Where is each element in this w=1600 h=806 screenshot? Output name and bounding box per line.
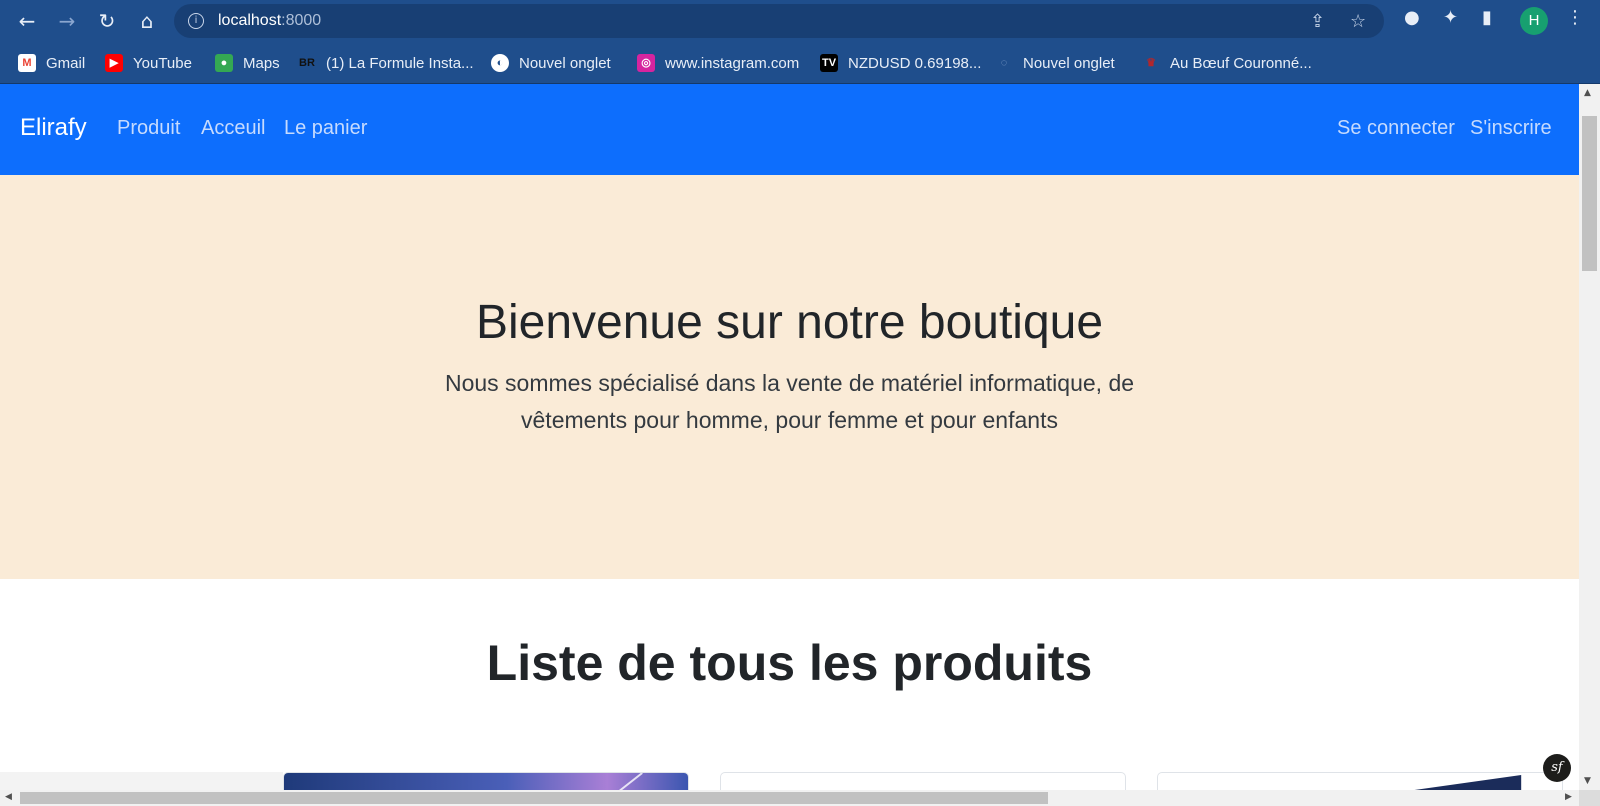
nav-link-panier[interactable]: Le panier [284,117,367,140]
page-viewport: Elirafy Produit Acceuil Le panier Se con… [0,84,1579,790]
br-icon: BR [299,57,315,69]
puzzle-extensions-icon[interactable]: ✦ [1443,7,1458,28]
bookmark-label: (1) La Formule Insta... [326,54,474,72]
symfony-toolbar-icon[interactable]: sf [1543,754,1571,782]
bookmark-label: NZDUSD 0.69198... [848,54,982,72]
bookmark-new-tab[interactable]: ◐ Nouvel onglet [491,52,611,74]
side-panel-icon[interactable]: ▮ [1482,7,1492,28]
new-tab-icon: ◌ [1000,57,1008,69]
bookmark-nzdusd[interactable]: TV NZDUSD 0.69198... [820,52,981,74]
instagram-icon: ◎ [637,54,655,72]
bookmark-instagram[interactable]: ◎ www.instagram.com [637,52,799,74]
maps-icon: ● [215,54,233,72]
product-card[interactable] [720,772,1126,790]
product-card[interactable] [283,772,689,790]
hero-title: Bienvenue sur notre boutique [475,296,1104,349]
url-host: localhost [218,12,282,29]
profile-avatar[interactable]: H [1520,7,1548,35]
bookmark-maps[interactable]: ● Maps [215,52,280,74]
bookmark-label: Nouvel onglet [519,54,611,72]
address-bar[interactable]: i localhost:8000 ⇪ ☆ [174,4,1384,38]
browser-toolbar: ← → ↻ ⌂ i localhost:8000 ⇪ ☆ ● ✦ ▮ H ⋮ [0,0,1600,42]
product-image [284,773,688,790]
bookmark-new-tab-2[interactable]: ◌ Nouvel onglet [995,52,1115,74]
scrollbar-corner [1579,790,1600,806]
bookmark-label: Gmail [46,54,86,72]
bookmark-youtube[interactable]: ▶ YouTube [105,52,192,74]
scroll-right-icon[interactable]: ▶ [1565,792,1572,802]
home-icon[interactable]: ⌂ [132,6,162,36]
forward-icon[interactable]: → [52,6,82,36]
nav-link-produit[interactable]: Produit [117,117,180,140]
hero-subtitle: Nous sommes spécialisé dans la vente de … [444,370,1135,433]
horizontal-scrollbar[interactable]: ◀ ▶ [0,790,1579,806]
bookmark-gmail[interactable]: M Gmail [18,52,85,74]
address-url[interactable]: localhost:8000 [218,12,321,30]
gmail-icon: M [18,54,36,72]
extension-icon[interactable]: ● [1404,7,1420,28]
site-info-icon[interactable]: i [188,13,204,29]
bookmark-label: Nouvel onglet [1023,54,1115,72]
site-navbar: Elirafy Produit Acceuil Le panier Se con… [0,84,1579,175]
brand-logo[interactable]: Elirafy [20,114,87,142]
tradingview-icon: TV [820,54,838,72]
bookmark-label: Maps [243,54,280,72]
bookmark-formule[interactable]: BR (1) La Formule Insta... [298,52,474,74]
product-card[interactable] [1157,772,1563,790]
nav-link-acceuil[interactable]: Acceuil [201,117,265,140]
vertical-scroll-thumb[interactable] [1582,116,1597,271]
page-left-strip [0,772,283,790]
share-icon[interactable]: ⇪ [1310,11,1325,32]
product-image [1414,774,1522,790]
url-port: :8000 [281,12,322,29]
bookmark-label: Au Bœuf Couronné... [1170,54,1312,72]
scroll-down-icon[interactable]: ▼ [1584,776,1591,786]
hero-section: Bienvenue sur notre boutique Nous sommes… [0,175,1579,579]
bookmarks-bar: M Gmail ▶ YouTube ● Maps BR (1) La Formule I… [0,42,1600,84]
bookmark-label: YouTube [133,54,192,72]
crown-icon: ♛ [1146,57,1156,69]
back-icon[interactable]: ← [12,6,42,36]
scroll-up-icon[interactable]: ▲ [1584,88,1591,98]
menu-kebab-icon[interactable]: ⋮ [1566,7,1584,28]
nav-link-login[interactable]: Se connecter [1337,117,1455,140]
reload-icon[interactable]: ↻ [92,6,122,36]
scroll-left-icon[interactable]: ◀ [5,792,12,802]
horizontal-scroll-thumb[interactable] [20,792,1048,804]
vertical-scrollbar[interactable]: ▲ ▼ [1579,84,1600,790]
bookmark-label: www.instagram.com [665,54,800,72]
globe-icon: ◐ [491,54,509,72]
nav-link-register[interactable]: S'inscrire [1470,117,1552,140]
bookmark-boeuf[interactable]: ♛ Au Bœuf Couronné... [1142,52,1312,74]
youtube-icon: ▶ [105,54,123,72]
products-title: Liste de tous les produits [486,635,1093,691]
bookmark-star-icon[interactable]: ☆ [1350,11,1366,32]
